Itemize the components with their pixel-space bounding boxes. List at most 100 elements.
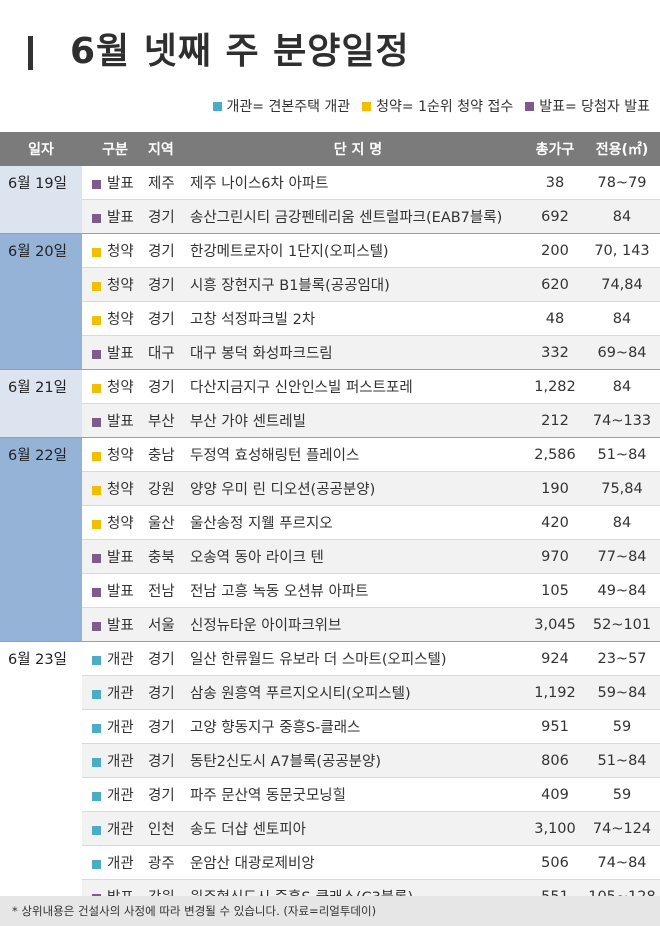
type-cell: 청약 <box>82 234 148 268</box>
region-cell: 인천 <box>148 811 190 846</box>
area-cell: 84 <box>612 514 632 531</box>
type-square-icon <box>92 247 101 257</box>
date-cell: 6월 21일 <box>0 369 82 438</box>
type-label: 개관 <box>107 822 134 838</box>
complex-name-cell: 울산송정 지웰 푸르지오 <box>190 516 333 532</box>
legend-swatch-icon <box>212 101 222 111</box>
type-cell: 발표 <box>82 335 148 370</box>
units-cell: 190 <box>526 471 584 506</box>
type-label: 청약 <box>107 278 134 294</box>
area-cell: 74,84 <box>584 267 660 302</box>
region-cell: 부산 <box>148 403 190 438</box>
table-row: 발표 경기 송산그린시티 금강펜테리움 센트럴파크(EAB7블록) 692 84 <box>0 199 660 234</box>
table-row: 발표 대구 대구 봉덕 화성파크드림 332 69~84 <box>0 335 660 370</box>
table-row: 발표 부산 부산 가야 센트레빌 212 74~133 <box>0 403 660 438</box>
table-row: 6월 21일 청약 경기 다산지금지구 신안인스빌 퍼스트포레 1,282 84 <box>0 369 660 438</box>
area-cell: 51~84 <box>597 446 647 463</box>
table-row: 6월 20일 청약 경기 한강메트로자이 1단지(오피스텔) 200 70, 143 <box>0 233 660 370</box>
units-cell: 506 <box>541 854 569 871</box>
type-label: 개관 <box>107 720 134 736</box>
type-label: 발표 <box>107 618 134 634</box>
legend-swatch-icon <box>362 101 372 111</box>
table-row: 청약 울산 울산송정 지웰 푸르지오 420 84 <box>0 506 660 540</box>
legend-label: 발표= 당첨자 발표 <box>539 99 650 115</box>
area-cell: 77~84 <box>584 539 660 574</box>
type-square-icon <box>92 485 101 495</box>
type-cell: 발표 <box>82 166 148 200</box>
units-cell: 692 <box>526 199 584 234</box>
units-cell: 924 <box>541 650 569 667</box>
legend-swatch-icon <box>525 101 535 111</box>
units-cell: 970 <box>526 539 584 574</box>
type-square-icon <box>92 655 101 665</box>
area-cell: 59 <box>612 718 632 735</box>
schedule-table: 일자 구분 지역 단 지 명 총가구 전용(㎡) 6월 19일 발표 제주 제주 나이… <box>0 132 660 914</box>
legend-item: 개관= 견본주택 개관 <box>212 96 350 116</box>
area-cell: 70, 143 <box>594 242 650 259</box>
type-label: 발표 <box>107 550 134 566</box>
type-square-icon <box>92 587 101 597</box>
region-cell: 경기 <box>148 267 190 302</box>
table-row: 발표 전남 전남 고흥 녹동 오션뷰 아파트 105 49~84 <box>0 574 660 608</box>
type-label: 발표 <box>107 176 134 192</box>
complex-name-cell: 부산 가야 센트레빌 <box>190 403 526 438</box>
type-square-icon <box>92 349 101 359</box>
complex-name-cell: 신정뉴타운 아이파크위브 <box>190 607 526 642</box>
units-cell: 200 <box>541 242 569 259</box>
area-cell: 78~79 <box>597 174 647 191</box>
table-row: 개관 광주 운암산 대광로제비앙 506 74~84 <box>0 846 660 880</box>
table-row: 6월 19일 발표 제주 제주 나이스6차 아파트 38 78~79 <box>0 166 660 234</box>
region-cell: 경기 <box>148 720 175 736</box>
region-cell: 제주 <box>148 176 175 192</box>
units-cell: 620 <box>526 267 584 302</box>
complex-name-cell: 고창 석정파크빌 2차 <box>190 312 316 328</box>
units-cell: 48 <box>545 310 565 327</box>
table-row: 발표 충북 오송역 동아 라이크 텐 970 77~84 <box>0 539 660 574</box>
type-cell: 개관 <box>82 778 148 812</box>
region-cell: 경기 <box>148 788 175 804</box>
legend: 개관= 견본주택 개관 청약= 1순위 청약 접수 발표= 당첨자 발표 <box>201 95 650 117</box>
complex-name-cell: 운암산 대광로제비앙 <box>190 856 315 872</box>
table-row: 개관 인천 송도 더샵 센토피아 3,100 74~124 <box>0 811 660 846</box>
type-square-icon <box>92 791 101 801</box>
type-square-icon <box>92 859 101 869</box>
units-cell: 951 <box>541 718 569 735</box>
table-row: 발표 서울 신정뉴타운 아이파크위브 3,045 52~101 <box>0 607 660 642</box>
type-cell: 청약 <box>82 370 148 404</box>
type-cell: 청약 <box>82 438 148 472</box>
type-square-icon <box>92 519 101 529</box>
area-cell: 84 <box>612 310 632 327</box>
table-row: 6월 23일 개관 경기 일산 한류월드 유보라 더 스마트(오피스텔) 924 23~5… <box>0 641 660 914</box>
units-cell: 1,192 <box>526 675 584 710</box>
area-cell: 59~84 <box>584 675 660 710</box>
region-cell: 충북 <box>148 539 190 574</box>
complex-name-cell: 대구 봉덕 화성파크드림 <box>190 335 526 370</box>
region-cell: 경기 <box>148 675 190 710</box>
region-cell: 경기 <box>148 743 190 778</box>
type-square-icon <box>92 315 101 325</box>
type-square-icon <box>92 213 101 223</box>
title-accent-bar <box>28 36 33 70</box>
header-units: 총가구 <box>526 132 584 166</box>
header-region: 지역 <box>148 132 190 166</box>
type-label: 청약 <box>107 244 134 260</box>
header-name: 단 지 명 <box>190 132 526 166</box>
complex-name-cell: 파주 문산역 동문굿모닝힐 <box>190 788 346 804</box>
type-label: 청약 <box>107 312 134 328</box>
type-square-icon <box>92 281 101 291</box>
type-square-icon <box>92 825 101 835</box>
type-label: 청약 <box>107 516 134 532</box>
region-cell: 충남 <box>148 448 175 464</box>
complex-name-cell: 동탄2신도시 A7블록(공공분양) <box>190 743 526 778</box>
complex-name-cell: 양양 우미 린 디오션(공공분양) <box>190 471 526 506</box>
type-cell: 청약 <box>82 267 148 302</box>
area-cell: 74~124 <box>584 811 660 846</box>
region-cell: 강원 <box>148 471 190 506</box>
type-square-icon <box>92 553 101 563</box>
header-type: 구분 <box>82 132 148 166</box>
type-label: 발표 <box>107 584 134 600</box>
table-row: 개관 경기 삼송 원흥역 푸르지오시티(오피스텔) 1,192 59~84 <box>0 675 660 710</box>
type-cell: 청약 <box>82 506 148 540</box>
complex-name-cell: 다산지금지구 신안인스빌 퍼스트포레 <box>190 380 413 396</box>
type-label: 발표 <box>107 414 134 430</box>
